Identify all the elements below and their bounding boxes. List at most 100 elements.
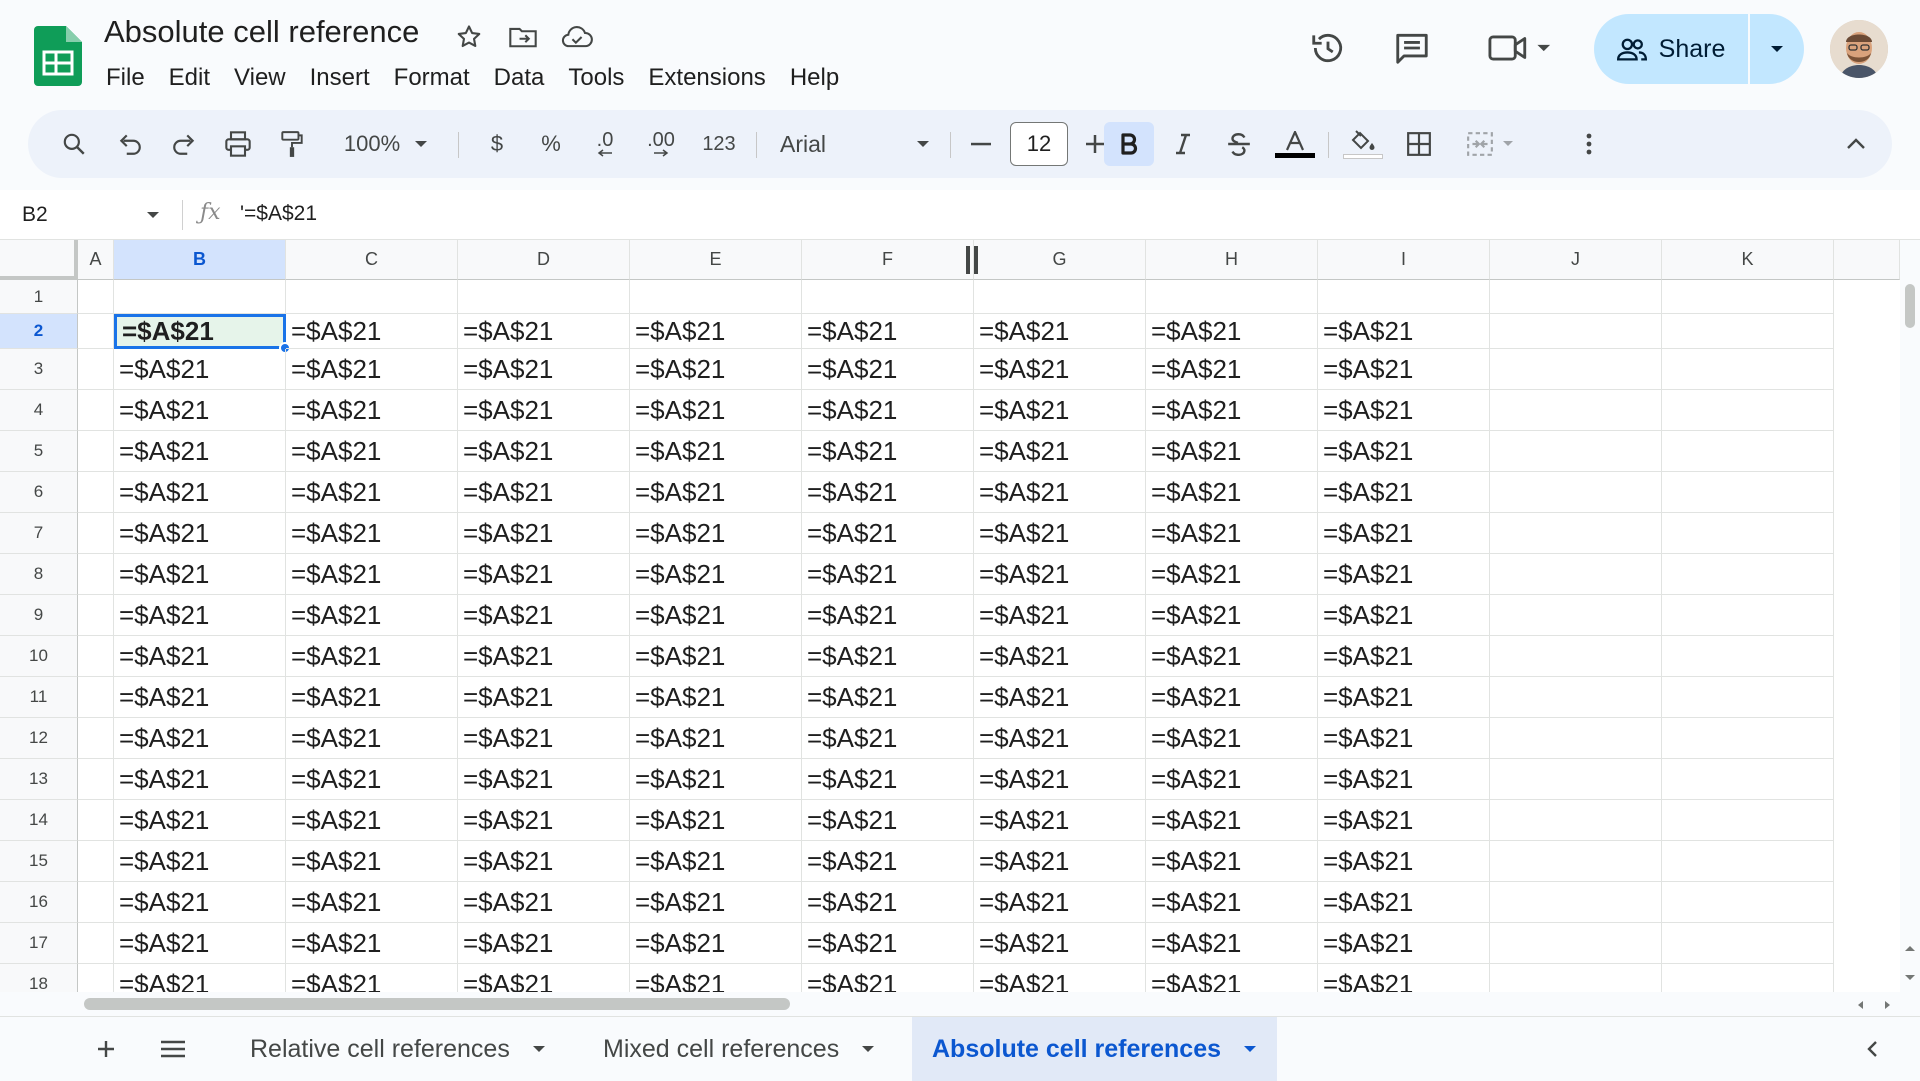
cell-a3[interactable] xyxy=(78,349,114,390)
font-size-input[interactable]: 12 xyxy=(1010,122,1068,166)
menu-insert[interactable]: Insert xyxy=(298,62,382,94)
cell-f16[interactable]: =$A$21 xyxy=(802,882,974,923)
column-header-d[interactable]: D xyxy=(458,240,630,280)
cell-i12[interactable]: =$A$21 xyxy=(1318,718,1490,759)
row-header-16[interactable]: 16 xyxy=(0,882,78,923)
cell-b17[interactable]: =$A$21 xyxy=(114,923,286,964)
cell-d2[interactable]: =$A$21 xyxy=(458,314,630,349)
cell-e13[interactable]: =$A$21 xyxy=(630,759,802,800)
sheet-tab-relative[interactable]: Relative cell references xyxy=(250,1017,546,1081)
cell-a7[interactable] xyxy=(78,513,114,554)
cell-f17[interactable]: =$A$21 xyxy=(802,923,974,964)
cell-i18[interactable]: =$A$21 xyxy=(1318,964,1490,992)
column-header-a[interactable]: A xyxy=(78,240,114,280)
row-header-3[interactable]: 3 xyxy=(0,349,78,390)
cell-j11[interactable] xyxy=(1490,677,1662,718)
cell-k9[interactable] xyxy=(1662,595,1834,636)
scroll-right-icon[interactable] xyxy=(1884,1000,1892,1010)
search-menus-icon[interactable] xyxy=(54,122,94,166)
cell-k8[interactable] xyxy=(1662,554,1834,595)
cell-i8[interactable]: =$A$21 xyxy=(1318,554,1490,595)
scroll-down-icon[interactable] xyxy=(1904,974,1916,982)
row-header-4[interactable]: 4 xyxy=(0,390,78,431)
column-header-k[interactable]: K xyxy=(1662,240,1834,280)
cell-b9[interactable]: =$A$21 xyxy=(114,595,286,636)
horizontal-scroll-thumb[interactable] xyxy=(84,998,790,1010)
cell-b11[interactable]: =$A$21 xyxy=(114,677,286,718)
cell-j4[interactable] xyxy=(1490,390,1662,431)
cell-k16[interactable] xyxy=(1662,882,1834,923)
cell-d13[interactable]: =$A$21 xyxy=(458,759,630,800)
cell-g1[interactable] xyxy=(974,280,1146,314)
font-family-select[interactable]: Arial xyxy=(772,122,936,166)
increase-decimal-button[interactable]: .00 xyxy=(638,122,684,166)
cell-e6[interactable]: =$A$21 xyxy=(630,472,802,513)
column-header-j[interactable]: J xyxy=(1490,240,1662,280)
meet-video-icon[interactable] xyxy=(1480,26,1560,70)
cell-e12[interactable]: =$A$21 xyxy=(630,718,802,759)
strikethrough-icon[interactable] xyxy=(1218,122,1260,166)
menu-file[interactable]: File xyxy=(94,62,157,94)
cell-b18[interactable]: =$A$21 xyxy=(114,964,286,992)
cell-g2[interactable]: =$A$21 xyxy=(974,314,1146,349)
cell-b7[interactable]: =$A$21 xyxy=(114,513,286,554)
cell-f14[interactable]: =$A$21 xyxy=(802,800,974,841)
cell-a11[interactable] xyxy=(78,677,114,718)
menu-tools[interactable]: Tools xyxy=(556,62,636,94)
cell-a13[interactable] xyxy=(78,759,114,800)
cell-c11[interactable]: =$A$21 xyxy=(286,677,458,718)
cell-k13[interactable] xyxy=(1662,759,1834,800)
cell-j12[interactable] xyxy=(1490,718,1662,759)
cell-e3[interactable]: =$A$21 xyxy=(630,349,802,390)
row-header-2[interactable]: 2 xyxy=(0,314,78,349)
row-header-9[interactable]: 9 xyxy=(0,595,78,636)
cell-e10[interactable]: =$A$21 xyxy=(630,636,802,677)
cell-h15[interactable]: =$A$21 xyxy=(1146,841,1318,882)
cell-c5[interactable]: =$A$21 xyxy=(286,431,458,472)
cell-i16[interactable]: =$A$21 xyxy=(1318,882,1490,923)
cell-j17[interactable] xyxy=(1490,923,1662,964)
cell-h9[interactable]: =$A$21 xyxy=(1146,595,1318,636)
share-button[interactable]: Share xyxy=(1594,14,1748,84)
print-icon[interactable] xyxy=(218,122,258,166)
cell-d5[interactable]: =$A$21 xyxy=(458,431,630,472)
scroll-left-icon[interactable] xyxy=(1856,1000,1864,1010)
cell-e17[interactable]: =$A$21 xyxy=(630,923,802,964)
cell-h11[interactable]: =$A$21 xyxy=(1146,677,1318,718)
sheet-tab-absolute[interactable]: Absolute cell references xyxy=(912,1017,1278,1081)
cell-d1[interactable] xyxy=(458,280,630,314)
cell-f7[interactable]: =$A$21 xyxy=(802,513,974,554)
vertical-scrollbar[interactable] xyxy=(1900,240,1920,992)
cell-d3[interactable]: =$A$21 xyxy=(458,349,630,390)
zoom-select[interactable]: 100% xyxy=(330,122,442,166)
cell-c16[interactable]: =$A$21 xyxy=(286,882,458,923)
cell-b6[interactable]: =$A$21 xyxy=(114,472,286,513)
cell-g4[interactable]: =$A$21 xyxy=(974,390,1146,431)
cell-c10[interactable]: =$A$21 xyxy=(286,636,458,677)
row-header-6[interactable]: 6 xyxy=(0,472,78,513)
text-color-button[interactable] xyxy=(1272,122,1318,166)
column-resize-handle[interactable] xyxy=(966,246,982,274)
cell-e11[interactable]: =$A$21 xyxy=(630,677,802,718)
cell-d18[interactable]: =$A$21 xyxy=(458,964,630,992)
cell-a2[interactable] xyxy=(78,314,114,349)
row-header-17[interactable]: 17 xyxy=(0,923,78,964)
cell-g5[interactable]: =$A$21 xyxy=(974,431,1146,472)
merge-cells-button[interactable] xyxy=(1456,122,1524,166)
cell-e1[interactable] xyxy=(630,280,802,314)
cell-c1[interactable] xyxy=(286,280,458,314)
cell-f12[interactable]: =$A$21 xyxy=(802,718,974,759)
cell-h6[interactable]: =$A$21 xyxy=(1146,472,1318,513)
row-header-10[interactable]: 10 xyxy=(0,636,78,677)
currency-format-button[interactable]: $ xyxy=(480,122,514,166)
cell-i13[interactable]: =$A$21 xyxy=(1318,759,1490,800)
cell-b8[interactable]: =$A$21 xyxy=(114,554,286,595)
cell-e8[interactable]: =$A$21 xyxy=(630,554,802,595)
cell-d7[interactable]: =$A$21 xyxy=(458,513,630,554)
cell-b4[interactable]: =$A$21 xyxy=(114,390,286,431)
cell-b3[interactable]: =$A$21 xyxy=(114,349,286,390)
cell-i17[interactable]: =$A$21 xyxy=(1318,923,1490,964)
cell-c4[interactable]: =$A$21 xyxy=(286,390,458,431)
vertical-scroll-thumb[interactable] xyxy=(1905,284,1915,328)
cell-k3[interactable] xyxy=(1662,349,1834,390)
